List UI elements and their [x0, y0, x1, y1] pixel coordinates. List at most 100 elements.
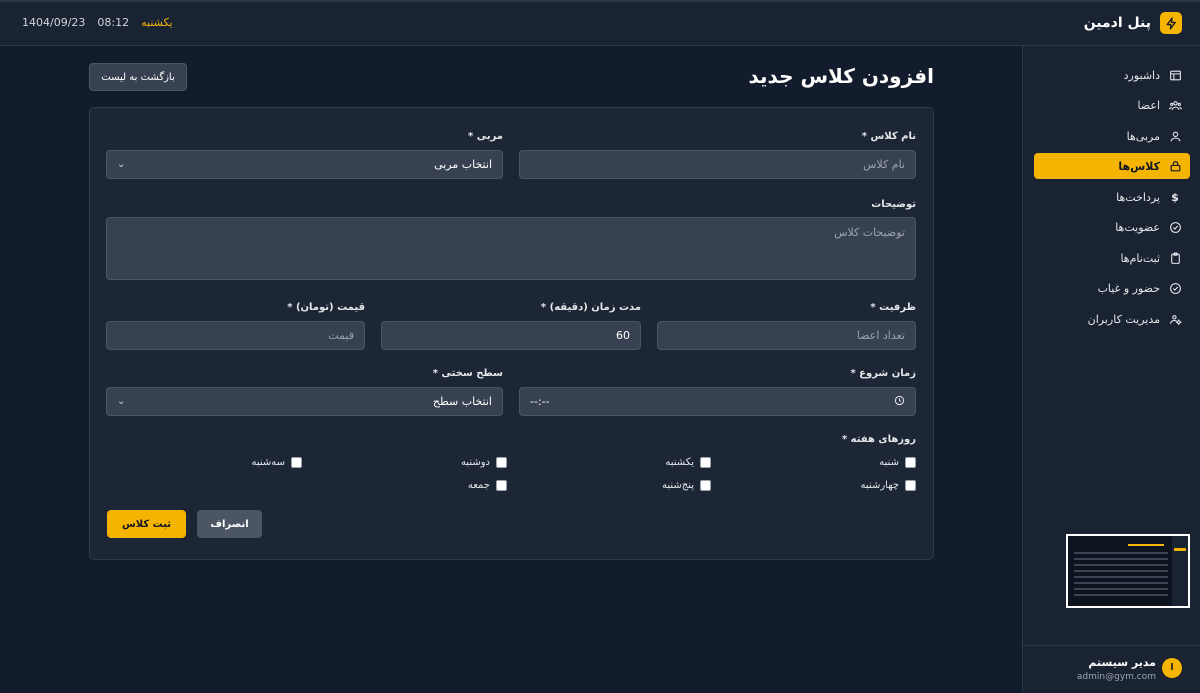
- date-time-info: 1404/09/23 08:12 یکشنبه: [22, 16, 173, 29]
- weekday-label: سه‌شنبه: [251, 457, 285, 468]
- sidebar-item-trainers[interactable]: مربی‌ها: [1034, 123, 1190, 149]
- thumbnail-row: [1074, 588, 1168, 590]
- thumbnail-row: [1074, 576, 1168, 578]
- cancel-button[interactable]: انصراف: [197, 510, 262, 538]
- checkbox-box[interactable]: [700, 480, 711, 491]
- weekday-monday-checkbox[interactable]: دوشنبه: [461, 457, 507, 468]
- sidebar-item-attendance[interactable]: حضور و غیاب: [1034, 275, 1190, 301]
- trainer-label: مربی *: [468, 131, 503, 142]
- class-name-input[interactable]: [519, 150, 916, 179]
- chevron-down-icon: ⌄: [117, 396, 126, 407]
- weekday-label: دوشنبه: [460, 457, 490, 468]
- sidebar-item-label: کلاس‌ها: [1118, 159, 1160, 173]
- sidebar-item-enrollments[interactable]: ثبت‌نام‌ها: [1034, 245, 1190, 271]
- user-icon: [1168, 129, 1182, 143]
- chevron-down-icon: ⌄: [117, 159, 126, 170]
- thumbnail-sidebar: [1172, 536, 1188, 606]
- thumbnail-row: [1074, 564, 1168, 566]
- sidebar-item-members[interactable]: اعضا: [1034, 92, 1190, 118]
- class-name-label: نام کلاس *: [861, 131, 916, 142]
- description-textarea[interactable]: [106, 217, 916, 280]
- sidebar: داشبورد اعضا مربی‌ها کلاس‌ها $ پرداخت‌ها…: [1022, 46, 1200, 693]
- class-icon: [1168, 159, 1182, 173]
- sidebar-item-classes[interactable]: کلاس‌ها: [1034, 153, 1190, 179]
- checkbox-box[interactable]: [291, 457, 302, 468]
- thumbnail-row: [1074, 552, 1168, 554]
- start-time-value: --:--: [530, 395, 550, 408]
- dollar-icon: $: [1171, 190, 1179, 204]
- start-time-label: زمان شروع *: [850, 368, 916, 379]
- current-date: 1404/09/23: [22, 16, 86, 29]
- dashboard-icon: [1168, 68, 1182, 82]
- user-email: admin@gym.com: [1076, 672, 1156, 682]
- add-class-form: نام کلاس * مربی * انتخاب مربی ⌄ توضیحات …: [89, 107, 934, 560]
- price-input[interactable]: [106, 321, 365, 350]
- sidebar-item-memberships[interactable]: عضویت‌ها: [1034, 214, 1190, 240]
- weekday-friday-checkbox[interactable]: جمعه: [468, 480, 507, 491]
- sidebar-item-label: ثبت‌نام‌ها: [1120, 251, 1160, 265]
- sidebar-item-label: پرداخت‌ها: [1116, 190, 1160, 204]
- weekday-label: جمعه: [467, 480, 490, 491]
- weekday-thursday-checkbox[interactable]: پنج‌شنبه: [662, 480, 711, 491]
- clipboard-icon: [1168, 251, 1182, 265]
- back-to-list-button[interactable]: بازگشت به لیست: [89, 63, 187, 91]
- checkbox-box[interactable]: [905, 480, 916, 491]
- checkbox-box[interactable]: [700, 457, 711, 468]
- sidebar-item-user-management[interactable]: مدیریت کاربران: [1034, 306, 1190, 332]
- thumbnail-row: [1074, 558, 1168, 560]
- difficulty-select-value: انتخاب سطح: [432, 395, 492, 408]
- weekday-label: پنج‌شنبه: [661, 480, 694, 491]
- weekday-saturday-checkbox[interactable]: شنبه: [879, 457, 916, 468]
- page-thumbnail[interactable]: [1066, 534, 1190, 608]
- check-circle-icon: [1168, 281, 1182, 295]
- clock-icon[interactable]: [894, 395, 905, 409]
- sidebar-item-label: مدیریت کاربران: [1087, 312, 1160, 326]
- sidebar-item-payments[interactable]: $ پرداخت‌ها: [1034, 184, 1190, 210]
- checkbox-box[interactable]: [496, 457, 507, 468]
- weekday-wednesday-checkbox[interactable]: چهارشنبه: [861, 480, 916, 491]
- user-name: مدیر سیستم: [1088, 656, 1156, 669]
- price-label: قیمت (تومان) *: [287, 302, 365, 313]
- user-profile[interactable]: ا مدیر سیستم admin@gym.com: [1022, 645, 1200, 693]
- members-icon: [1168, 98, 1182, 112]
- brand: پنل ادمین: [1084, 12, 1182, 34]
- sidebar-item-label: داشبورد: [1123, 68, 1160, 82]
- thumbnail-title: [1128, 544, 1164, 546]
- start-time-input[interactable]: --:--: [519, 387, 916, 416]
- weekday-label: یکشنبه: [665, 457, 694, 468]
- sidebar-item-label: حضور و غیاب: [1097, 281, 1160, 295]
- description-label: توضیحات: [871, 199, 916, 210]
- user-gear-icon: [1168, 312, 1182, 326]
- brand-title: پنل ادمین: [1083, 15, 1151, 31]
- thumbnail-row: [1074, 582, 1168, 584]
- current-time: 08:12: [97, 16, 130, 29]
- current-day: یکشنبه: [141, 16, 173, 29]
- check-circle-icon: [1168, 220, 1182, 234]
- sidebar-item-label: مربی‌ها: [1126, 129, 1160, 143]
- weekday-tuesday-checkbox[interactable]: سه‌شنبه: [251, 457, 302, 468]
- weekday-label: چهارشنبه: [860, 480, 899, 491]
- trainer-select[interactable]: انتخاب مربی ⌄: [106, 150, 503, 179]
- duration-label: مدت زمان (دقیقه) *: [540, 302, 641, 313]
- sidebar-item-label: اعضا: [1137, 98, 1160, 112]
- difficulty-select[interactable]: انتخاب سطح ⌄: [106, 387, 503, 416]
- thumbnail-row: [1074, 594, 1168, 596]
- checkbox-box[interactable]: [496, 480, 507, 491]
- avatar: ا: [1162, 658, 1182, 678]
- trainer-select-value: انتخاب مربی: [434, 158, 492, 171]
- thumbnail-row: [1074, 570, 1168, 572]
- checkbox-box[interactable]: [905, 457, 916, 468]
- submit-class-button[interactable]: ثبت کلاس: [107, 510, 186, 538]
- capacity-input[interactable]: [657, 321, 916, 350]
- lightning-icon: [1160, 12, 1182, 34]
- sidebar-item-dashboard[interactable]: داشبورد: [1034, 62, 1190, 88]
- thumbnail-highlight: [1174, 548, 1186, 551]
- difficulty-label: سطح سختی *: [432, 368, 503, 379]
- weekdays-label: روزهای هفته *: [841, 434, 916, 445]
- capacity-label: ظرفیت *: [870, 302, 916, 313]
- sidebar-item-label: عضویت‌ها: [1115, 220, 1160, 234]
- duration-input[interactable]: [381, 321, 641, 350]
- page-title: افزودن کلاس جدید: [748, 64, 934, 88]
- weekday-sunday-checkbox[interactable]: یکشنبه: [665, 457, 711, 468]
- weekday-label: شنبه: [879, 457, 899, 468]
